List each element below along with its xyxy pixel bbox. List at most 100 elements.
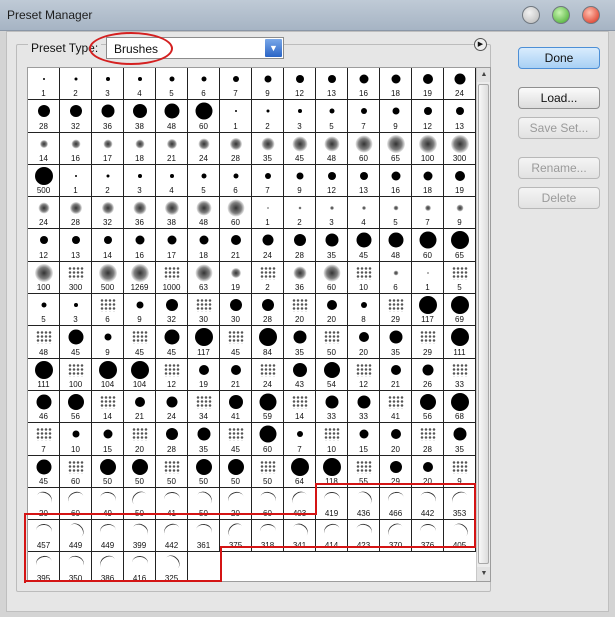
brush-preset-cell[interactable]: 50 xyxy=(316,326,348,359)
brush-preset-cell[interactable]: 59 xyxy=(252,390,284,424)
brush-preset-cell[interactable]: 5 xyxy=(316,100,348,133)
brush-preset-cell[interactable]: 8 xyxy=(348,294,380,327)
brush-preset-cell[interactable]: 100 xyxy=(28,261,60,295)
brush-preset-cell[interactable]: 9 xyxy=(252,68,284,101)
brush-preset-cell[interactable]: 20 xyxy=(380,423,412,456)
brush-preset-cell[interactable]: 2 xyxy=(60,68,92,101)
brush-preset-cell[interactable]: 68 xyxy=(444,390,476,424)
brush-preset-cell[interactable]: 14 xyxy=(284,390,316,424)
brush-preset-cell[interactable]: 50 xyxy=(188,455,220,488)
brush-preset-cell[interactable]: 24 xyxy=(28,197,60,230)
brush-preset-cell[interactable]: 361 xyxy=(188,520,220,553)
brush-preset-cell[interactable]: 60 xyxy=(316,261,348,295)
brush-preset-cell[interactable]: 45 xyxy=(60,326,92,359)
brush-preset-cell[interactable]: 6 xyxy=(188,68,220,101)
brush-preset-cell[interactable]: 20 xyxy=(28,487,60,521)
brush-preset-cell[interactable]: 28 xyxy=(284,229,316,262)
brush-preset-cell[interactable]: 38 xyxy=(124,100,156,133)
brush-preset-cell[interactable]: 395 xyxy=(28,552,60,581)
brush-preset-cell[interactable]: 19 xyxy=(444,164,476,198)
brush-preset-cell[interactable]: 63 xyxy=(188,261,220,295)
brush-preset-cell[interactable]: 15 xyxy=(348,423,380,456)
brush-preset-cell[interactable]: 48 xyxy=(316,132,348,165)
brush-preset-cell[interactable]: 21 xyxy=(220,358,252,391)
brush-preset-cell[interactable]: 50 xyxy=(220,455,252,488)
brush-preset-cell[interactable]: 7 xyxy=(348,100,380,133)
delete-button[interactable]: Delete xyxy=(518,187,600,209)
brush-preset-cell[interactable]: 325 xyxy=(156,552,188,581)
brush-preset-cell[interactable]: 41 xyxy=(156,487,188,521)
brush-preset-cell[interactable]: 5 xyxy=(380,197,412,230)
brush-preset-cell[interactable]: 1 xyxy=(60,164,92,198)
brush-preset-cell[interactable]: 24 xyxy=(252,358,284,391)
brush-preset-cell[interactable]: 353 xyxy=(444,487,476,521)
brush-preset-cell[interactable]: 50 xyxy=(124,455,156,488)
brush-preset-cell[interactable]: 21 xyxy=(156,132,188,165)
brush-preset-cell[interactable]: 20 xyxy=(316,294,348,327)
brush-preset-cell[interactable]: 21 xyxy=(220,229,252,262)
brush-preset-cell[interactable]: 35 xyxy=(188,423,220,456)
brush-preset-cell[interactable]: 13 xyxy=(348,164,380,198)
brush-preset-cell[interactable]: 60 xyxy=(60,455,92,488)
minimize-icon[interactable] xyxy=(522,6,540,24)
brush-preset-cell[interactable]: 3 xyxy=(92,68,124,101)
brush-preset-cell[interactable]: 65 xyxy=(380,132,412,165)
brush-preset-cell[interactable]: 12 xyxy=(348,358,380,391)
brush-preset-cell[interactable]: 35 xyxy=(444,423,476,456)
brush-preset-cell[interactable]: 111 xyxy=(444,326,476,359)
brush-preset-cell[interactable]: 436 xyxy=(348,487,380,521)
brush-preset-cell[interactable]: 12 xyxy=(412,100,444,133)
brush-preset-cell[interactable]: 20 xyxy=(220,487,252,521)
brush-preset-cell[interactable]: 32 xyxy=(92,197,124,230)
brush-preset-cell[interactable]: 100 xyxy=(60,358,92,391)
brush-preset-cell[interactable]: 28 xyxy=(220,132,252,165)
scroll-thumb[interactable] xyxy=(478,84,489,564)
brush-preset-cell[interactable]: 449 xyxy=(92,520,124,553)
brush-preset-cell[interactable]: 12 xyxy=(316,164,348,198)
brush-preset-cell[interactable]: 19 xyxy=(412,68,444,101)
brush-preset-cell[interactable]: 3 xyxy=(124,164,156,198)
brush-preset-cell[interactable]: 33 xyxy=(316,390,348,424)
rename-button[interactable]: Rename... xyxy=(518,157,600,179)
maximize-icon[interactable] xyxy=(552,6,570,24)
brush-preset-cell[interactable]: 35 xyxy=(252,132,284,165)
brush-preset-cell[interactable]: 16 xyxy=(124,229,156,262)
brush-preset-cell[interactable]: 33 xyxy=(348,390,380,424)
brush-preset-cell[interactable]: 56 xyxy=(412,390,444,424)
brush-preset-cell[interactable]: 28 xyxy=(412,423,444,456)
brush-preset-cell[interactable]: 7 xyxy=(252,164,284,198)
brush-preset-cell[interactable]: 64 xyxy=(284,455,316,488)
brush-preset-cell[interactable]: 5 xyxy=(444,261,476,295)
brush-preset-cell[interactable]: 18 xyxy=(188,229,220,262)
brush-preset-cell[interactable]: 10 xyxy=(316,423,348,456)
brush-preset-cell[interactable]: 29 xyxy=(412,326,444,359)
brush-preset-cell[interactable]: 9 xyxy=(444,197,476,230)
brush-preset-cell[interactable]: 48 xyxy=(28,326,60,359)
brush-preset-cell[interactable]: 2 xyxy=(92,164,124,198)
brush-preset-cell[interactable]: 41 xyxy=(220,390,252,424)
brush-preset-cell[interactable]: 45 xyxy=(284,132,316,165)
brush-preset-cell[interactable]: 14 xyxy=(28,132,60,165)
brush-preset-cell[interactable]: 18 xyxy=(412,164,444,198)
brush-preset-cell[interactable]: 300 xyxy=(444,132,476,165)
brush-preset-cell[interactable]: 33 xyxy=(444,358,476,391)
brush-preset-cell[interactable]: 24 xyxy=(188,132,220,165)
brush-preset-cell[interactable]: 12 xyxy=(28,229,60,262)
vertical-scrollbar[interactable]: ▲ ▼ xyxy=(476,68,490,581)
brush-preset-cell[interactable]: 45 xyxy=(156,326,188,359)
brush-preset-cell[interactable]: 50 xyxy=(92,455,124,488)
brush-preset-cell[interactable]: 1 xyxy=(220,100,252,133)
brush-preset-cell[interactable]: 449 xyxy=(60,520,92,553)
brush-preset-cell[interactable]: 4 xyxy=(348,197,380,230)
brush-preset-cell[interactable]: 16 xyxy=(348,68,380,101)
brush-preset-cell[interactable]: 30 xyxy=(188,294,220,327)
brush-preset-cell[interactable]: 14 xyxy=(92,229,124,262)
brush-preset-cell[interactable]: 45 xyxy=(28,455,60,488)
brush-preset-cell[interactable]: 20 xyxy=(124,423,156,456)
brush-preset-cell[interactable]: 54 xyxy=(316,358,348,391)
brush-preset-cell[interactable]: 60 xyxy=(60,487,92,521)
brush-preset-cell[interactable]: 5 xyxy=(28,294,60,327)
brush-preset-cell[interactable]: 69 xyxy=(444,294,476,327)
brush-preset-cell[interactable]: 3 xyxy=(316,197,348,230)
brush-preset-cell[interactable]: 15 xyxy=(92,423,124,456)
